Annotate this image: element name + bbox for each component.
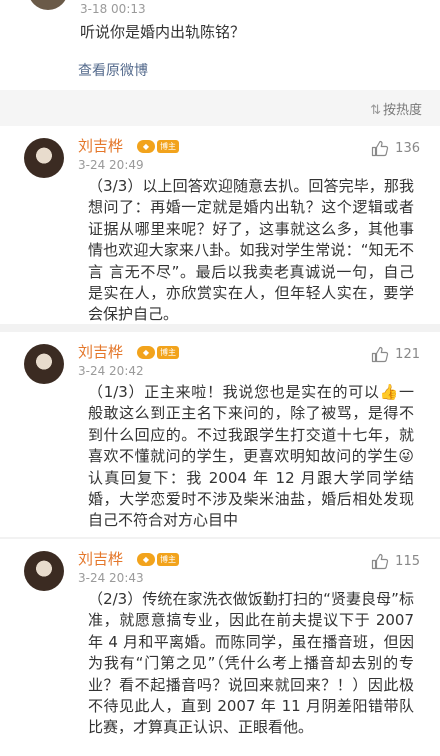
separator: [0, 324, 440, 332]
comment-time: 3-24 20:49: [78, 158, 144, 172]
comment-item: 刘吉桦 ◆ 博主 3-24 20:43 115 （2/3）传统在家洗衣做饭勤打扫…: [0, 539, 440, 756]
sort-label: 按热度: [382, 103, 422, 118]
blogger-badge: 博主: [157, 552, 179, 566]
avatar[interactable]: [24, 344, 64, 384]
thumbs-up-icon: [372, 346, 389, 363]
user-badges: ◆ 博主: [137, 344, 179, 360]
comment-item: 刘吉桦 ◆ 博主 3-24 20:49 136 （3/3）以上回答欢迎随意去扒。…: [0, 126, 440, 332]
thumbs-up-icon: [372, 140, 389, 157]
quoted-post: 3-18 00:13 听说你是婚内出轨陈铭？ 查看原微博: [0, 0, 440, 88]
like-button[interactable]: 121: [371, 346, 420, 363]
user-badges: ◆ 博主: [137, 138, 179, 154]
vip-icon: ◆: [137, 552, 155, 566]
comment-time: 3-24 20:43: [78, 571, 144, 585]
like-button[interactable]: 115: [371, 553, 420, 570]
vip-icon: ◆: [137, 139, 155, 153]
sort-by-hot-button[interactable]: ⇅ 按热度: [370, 99, 422, 118]
post-text: 听说你是婚内出轨陈铭？: [80, 23, 246, 41]
user-badges: ◆ 博主: [137, 551, 179, 567]
view-original-link[interactable]: 查看原微博: [78, 60, 148, 80]
like-count: 136: [395, 141, 420, 156]
comment-item: 刘吉桦 ◆ 博主 3-24 20:42 121 （1/3）正主来啦！我说您也是实…: [0, 332, 440, 537]
avatar[interactable]: [24, 551, 64, 591]
comment-sort-bar: ⇅ 按热度: [0, 90, 440, 126]
blogger-badge: 博主: [157, 345, 179, 359]
commenter-name[interactable]: 刘吉桦: [78, 550, 123, 568]
thumbs-up-icon: [372, 553, 389, 570]
comment-text: （1/3）正主来啦！我说您也是实在的可以👍一般敢这么到正主名下来问的，除了被骂，…: [88, 383, 414, 530]
like-count: 115: [395, 554, 420, 569]
post-time: 3-18 00:13: [80, 2, 146, 16]
comment-text: （2/3）传统在家洗衣做饭勤打扫的“贤妻良母”标准，就愿意搞专业，因此在前夫提议…: [88, 590, 414, 737]
comment-time: 3-24 20:42: [78, 364, 144, 378]
like-button[interactable]: 136: [371, 140, 420, 157]
like-count: 121: [395, 347, 420, 362]
avatar[interactable]: [24, 138, 64, 178]
sort-icon: ⇅: [370, 103, 381, 118]
comment-text: （3/3）以上回答欢迎随意去扒。回答完毕，那我想问了：再婚一定就是婚内出轨？这个…: [88, 177, 414, 324]
commenter-name[interactable]: 刘吉桦: [78, 343, 123, 361]
commenter-name[interactable]: 刘吉桦: [78, 137, 123, 155]
blogger-badge: 博主: [157, 139, 179, 153]
vip-icon: ◆: [137, 345, 155, 359]
avatar[interactable]: [28, 0, 68, 10]
